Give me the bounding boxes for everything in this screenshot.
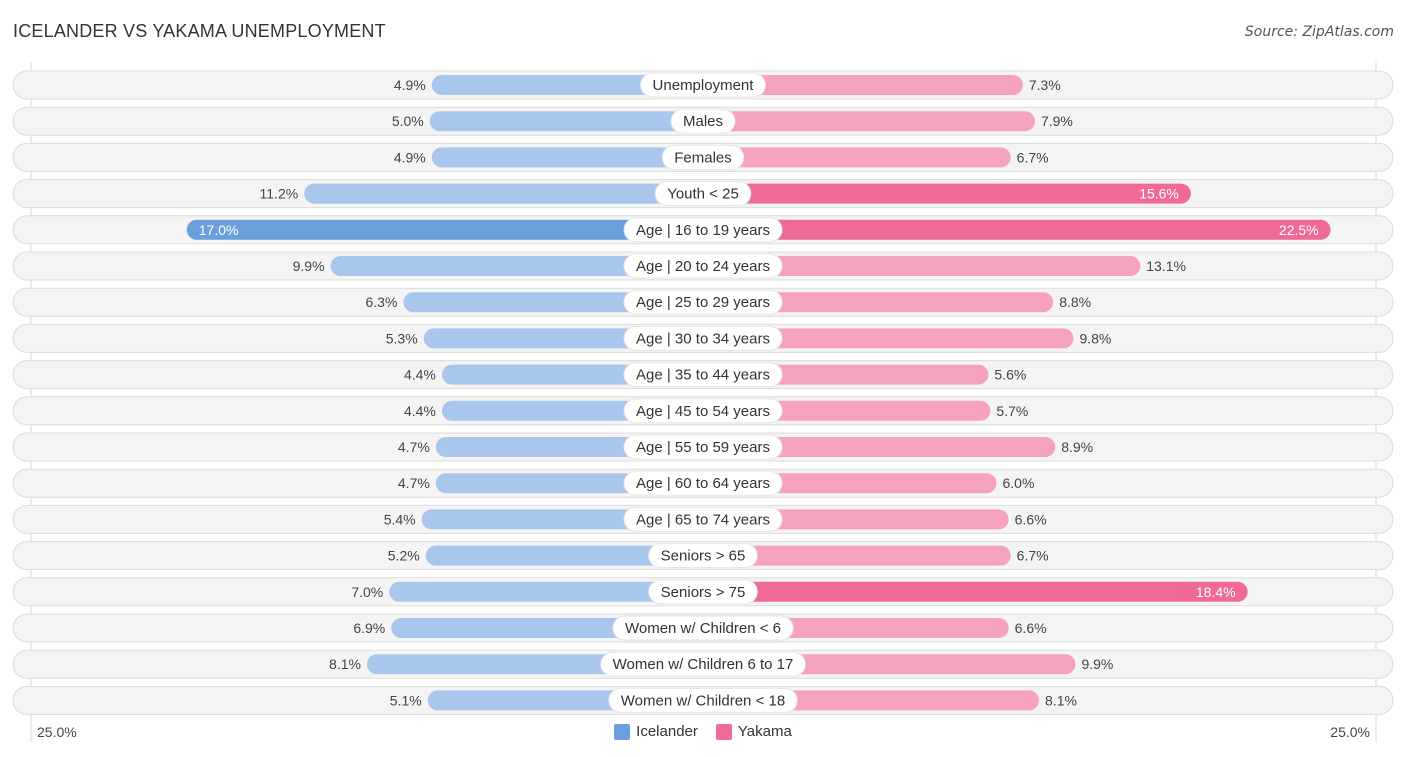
chart-row: 9.9% 13.1% Age | 20 to 24 years — [12, 251, 1394, 281]
chart-row: 5.3% 9.8% Age | 30 to 34 years — [12, 323, 1394, 353]
bar-yakama — [703, 219, 1331, 240]
chart-area: 4.9% 7.3% Unemployment 5.0% 7.9% Males 4.9% 6.7… — [12, 62, 1394, 742]
bar-yakama — [703, 183, 1191, 204]
value-label-yakama: 9.8% — [1079, 330, 1111, 346]
category-label: Age | 20 to 24 years — [636, 258, 770, 275]
chart-row: 7.0% 18.4% Seniors > 75 — [12, 577, 1394, 607]
value-label-icelander: 5.1% — [390, 692, 422, 708]
legend-item-yakama[interactable]: Yakama — [715, 723, 792, 740]
value-label-icelander: 4.7% — [398, 439, 430, 455]
chart-row: 5.2% 6.7% Seniors > 65 — [12, 541, 1394, 571]
value-label-icelander: 4.4% — [404, 367, 436, 383]
value-label-yakama: 6.6% — [1015, 620, 1047, 636]
legend-label-yakama: Yakama — [737, 723, 792, 740]
category-label: Seniors > 75 — [661, 584, 746, 601]
legend: Icelander Yakama — [0, 723, 1406, 740]
value-label-icelander: 4.9% — [394, 149, 426, 165]
chart-row: 6.3% 8.8% Age | 25 to 29 years — [12, 287, 1394, 317]
category-label: Age | 45 to 54 years — [636, 403, 770, 420]
legend-label-icelander: Icelander — [636, 723, 698, 740]
value-label-yakama: 18.4% — [1196, 584, 1236, 600]
value-label-icelander: 8.1% — [329, 656, 361, 672]
chart-row: 6.9% 6.6% Women w/ Children < 6 — [12, 613, 1394, 643]
value-label-icelander: 6.3% — [366, 294, 398, 310]
category-label: Females — [674, 149, 732, 166]
value-label-icelander: 17.0% — [199, 222, 239, 238]
value-label-yakama: 9.9% — [1081, 656, 1113, 672]
chart-row: 5.4% 6.6% Age | 65 to 74 years — [12, 504, 1394, 534]
value-label-icelander: 4.4% — [404, 403, 436, 419]
category-label: Age | 55 to 59 years — [636, 439, 770, 456]
chart-row: 4.4% 5.6% Age | 35 to 44 years — [12, 360, 1394, 390]
value-label-icelander: 9.9% — [293, 258, 325, 274]
legend-swatch-icelander — [614, 723, 631, 740]
value-label-yakama: 6.7% — [1017, 548, 1049, 564]
category-label: Unemployment — [653, 77, 755, 94]
value-label-yakama: 7.3% — [1029, 77, 1061, 93]
legend-swatch-yakama — [715, 723, 732, 740]
category-label: Age | 65 to 74 years — [636, 511, 770, 528]
value-label-icelander: 11.2% — [260, 186, 299, 202]
category-label: Age | 60 to 64 years — [636, 475, 770, 492]
category-label: Women w/ Children < 18 — [621, 692, 785, 709]
bar-yakama — [703, 581, 1248, 602]
value-label-icelander: 4.9% — [394, 77, 426, 93]
value-label-yakama: 6.0% — [1003, 475, 1035, 491]
bar-yakama — [703, 111, 1035, 132]
bar-icelander — [429, 111, 703, 132]
chart-row: 11.2% 15.6% Youth < 25 — [12, 179, 1394, 209]
chart-row: 4.9% 6.7% Females — [12, 142, 1394, 172]
category-label: Youth < 25 — [667, 186, 739, 203]
legend-item-icelander[interactable]: Icelander — [614, 723, 698, 740]
value-label-icelander: 5.0% — [392, 113, 424, 129]
value-label-yakama: 7.9% — [1041, 113, 1073, 129]
chart-row: 4.7% 6.0% Age | 60 to 64 years — [12, 468, 1394, 498]
category-label: Males — [683, 113, 723, 130]
value-label-icelander: 5.4% — [384, 511, 416, 527]
value-label-yakama: 8.9% — [1061, 439, 1093, 455]
value-label-yakama: 5.6% — [994, 367, 1026, 383]
category-label: Age | 25 to 29 years — [636, 294, 770, 311]
chart-row: 4.4% 5.7% Age | 45 to 54 years — [12, 396, 1394, 426]
value-label-icelander: 5.3% — [386, 330, 418, 346]
value-label-yakama: 8.8% — [1059, 294, 1091, 310]
value-label-icelander: 4.7% — [398, 475, 430, 491]
chart-row: 5.0% 7.9% Males — [12, 106, 1394, 136]
value-label-icelander: 7.0% — [351, 584, 383, 600]
category-label: Age | 35 to 44 years — [636, 367, 770, 384]
chart-row: 4.9% 7.3% Unemployment — [12, 70, 1394, 100]
value-label-yakama: 22.5% — [1279, 222, 1319, 238]
category-label: Age | 30 to 34 years — [636, 330, 770, 347]
value-label-yakama: 13.1% — [1146, 258, 1186, 274]
value-label-yakama: 6.6% — [1015, 511, 1047, 527]
chart-row: 5.1% 8.1% Women w/ Children < 18 — [12, 685, 1394, 715]
value-label-yakama: 15.6% — [1139, 186, 1179, 202]
category-label: Seniors > 65 — [661, 548, 746, 565]
category-label: Women w/ Children 6 to 17 — [613, 656, 794, 673]
value-label-yakama: 6.7% — [1017, 149, 1049, 165]
value-label-yakama: 5.7% — [996, 403, 1028, 419]
category-label: Women w/ Children < 6 — [625, 620, 781, 637]
value-label-icelander: 5.2% — [388, 548, 420, 564]
chart-row: 4.7% 8.9% Age | 55 to 59 years — [12, 432, 1394, 462]
value-label-icelander: 6.9% — [353, 620, 385, 636]
chart-row: 8.1% 9.9% Women w/ Children 6 to 17 — [12, 649, 1394, 679]
chart-row: 17.0% 22.5% Age | 16 to 19 years — [12, 215, 1394, 245]
category-label: Age | 16 to 19 years — [636, 222, 770, 239]
bar-yakama — [703, 147, 1011, 168]
bar-icelander — [304, 183, 703, 204]
value-label-yakama: 8.1% — [1045, 692, 1077, 708]
